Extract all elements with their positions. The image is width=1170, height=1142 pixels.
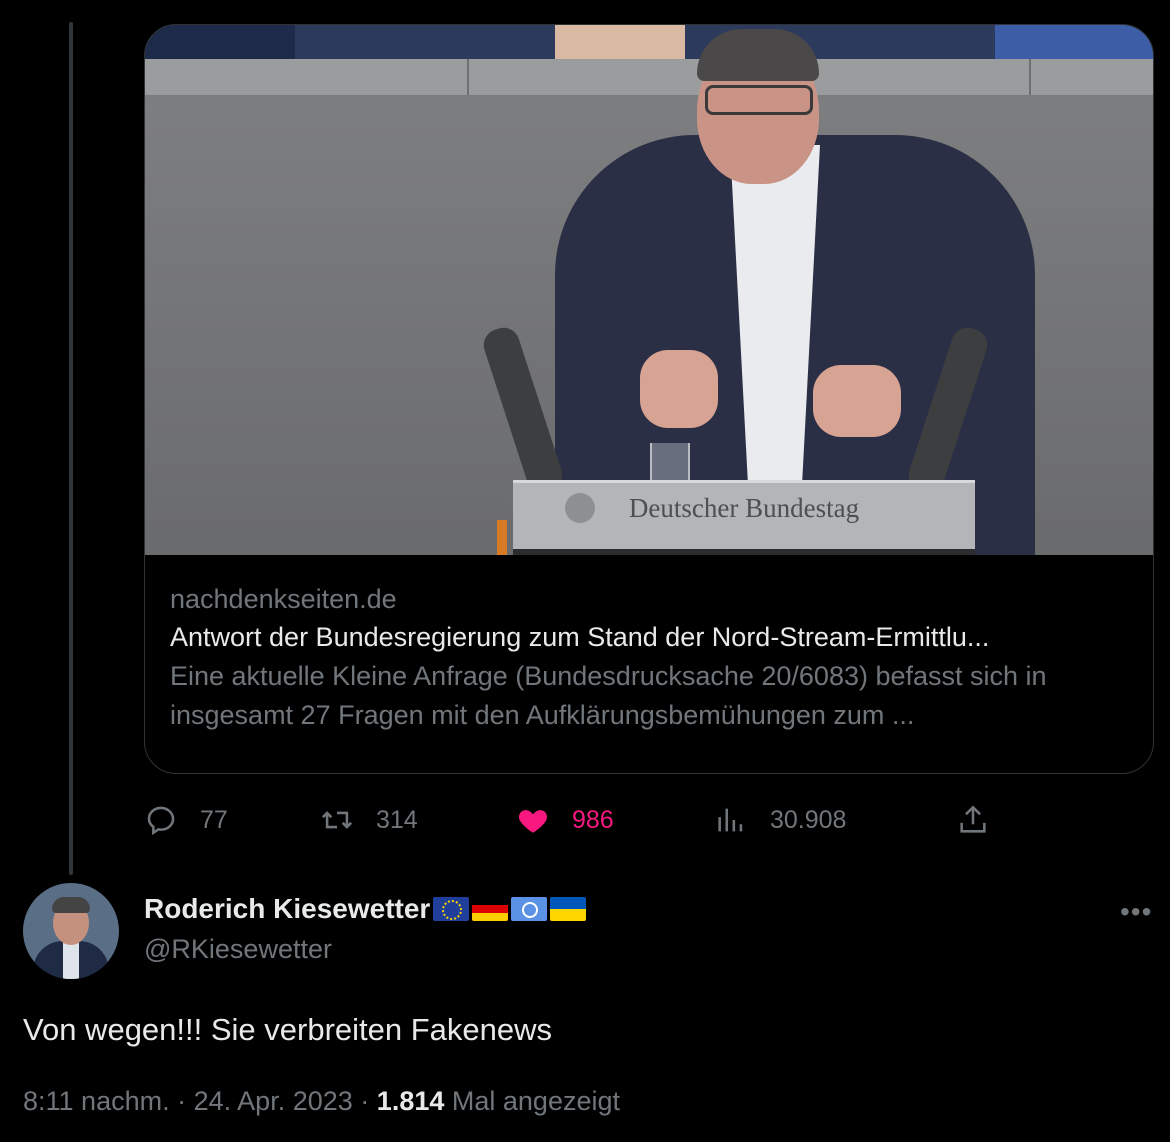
reply-button[interactable]: 77 <box>144 800 228 840</box>
background-seats <box>145 25 1153 59</box>
action-bar: 77 314 986 30.908 <box>144 800 1004 840</box>
meta-separator: · <box>360 1086 370 1116</box>
eu-flag-icon <box>433 897 470 921</box>
link-card-domain: nachdenkseiten.de <box>170 584 397 614</box>
reply-count: 77 <box>200 805 228 834</box>
link-card-image[interactable]: Deutscher Bundestag <box>145 25 1153 555</box>
views-count: 30.908 <box>770 805 847 834</box>
link-card-text[interactable]: nachdenkseiten.de Antwort der Bundesregi… <box>170 581 1133 735</box>
un-flag-icon <box>511 897 548 921</box>
link-card-title: Antwort der Bundesregierung zum Stand de… <box>170 622 990 652</box>
tweet-date[interactable]: 24. Apr. 2023 <box>194 1086 353 1116</box>
views-chart-icon <box>718 808 743 832</box>
repost-icon <box>321 811 353 829</box>
tweet-text: Von wegen!!! Sie verbreiten Fakenews <box>23 1012 553 1047</box>
ukraine-flag-icon <box>550 897 587 921</box>
tweet-views-label: Mal angezeigt <box>451 1086 620 1116</box>
tweet-meta: 8:11 nachm. · 24. Apr. 2023 · 1.814 Mal … <box>23 1086 620 1117</box>
author-name[interactable]: Roderich Kiesewetter <box>144 893 430 925</box>
thread-line <box>69 22 73 875</box>
repost-button[interactable]: 314 <box>320 800 418 840</box>
repost-count: 314 <box>376 805 418 834</box>
views-button[interactable]: 30.908 <box>714 800 846 840</box>
germany-flag-icon <box>472 897 509 921</box>
tweet-time[interactable]: 8:11 nachm. <box>23 1086 170 1116</box>
background-rail <box>145 59 1153 97</box>
share-button[interactable] <box>956 800 990 840</box>
share-icon <box>960 805 986 833</box>
link-card[interactable]: Deutscher Bundestag nachdenkseiten.de An… <box>144 24 1154 774</box>
avatar[interactable] <box>23 883 119 979</box>
like-count: 986 <box>572 805 614 834</box>
meta-separator: · <box>177 1086 187 1116</box>
like-button[interactable]: 986 <box>516 800 614 840</box>
reply-icon <box>147 806 175 836</box>
tweet-views-count: 1.814 <box>376 1086 445 1116</box>
author-handle[interactable]: @RKiesewetter <box>144 934 332 965</box>
heart-icon <box>518 810 548 833</box>
podium: Deutscher Bundestag <box>513 480 975 555</box>
podium-label: Deutscher Bundestag <box>628 493 860 523</box>
water-glass <box>650 443 690 483</box>
more-options-icon[interactable]: ••• <box>1120 896 1152 928</box>
author-name-row[interactable]: Roderich Kiesewetter <box>144 893 587 925</box>
link-card-description: Eine aktuelle Kleine Anfrage (Bundesdruc… <box>170 661 1047 730</box>
